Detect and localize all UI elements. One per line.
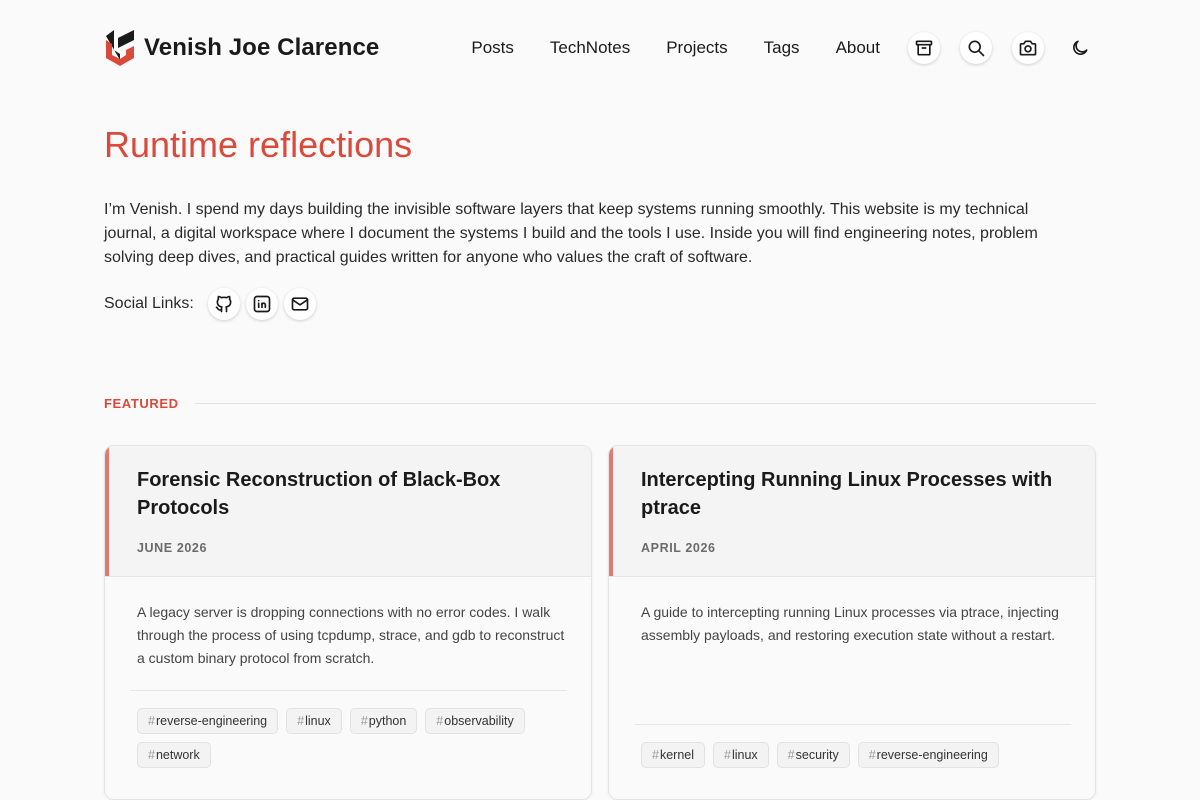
tag-chip[interactable]: # reverse-engineering — [137, 708, 279, 734]
linkedin-link[interactable] — [245, 288, 278, 320]
search-icon — [968, 40, 985, 57]
photos-button[interactable] — [1012, 32, 1044, 64]
nav-posts[interactable]: Posts — [471, 38, 514, 58]
card-divider — [635, 724, 1071, 725]
camera-icon — [1019, 40, 1037, 56]
github-link[interactable] — [207, 288, 240, 320]
card-date: JUNE 2026 — [137, 541, 208, 555]
tag-label: reverse-engineering — [876, 748, 988, 762]
archive-button[interactable] — [908, 32, 940, 64]
featured-card[interactable]: Intercepting Running Linux Processes wit… — [608, 445, 1096, 800]
linkedin-icon — [253, 295, 271, 313]
tag-label: network — [155, 748, 200, 762]
github-icon — [215, 295, 232, 313]
card-divider — [131, 690, 567, 691]
card-title[interactable]: Forensic Reconstruction of Black-Box Pro… — [137, 466, 559, 522]
featured-section-header: FEATURED — [104, 394, 1096, 412]
tag-chip[interactable]: # observability — [425, 708, 525, 734]
card-tags: # kernel # linux # security # reverse-engine… — [641, 742, 1071, 768]
moon-icon — [1073, 40, 1088, 55]
featured-label: FEATURED — [104, 395, 179, 411]
nav-projects[interactable]: Projects — [666, 38, 727, 58]
nav-technotes[interactable]: TechNotes — [550, 38, 630, 58]
site-header: Venish Joe Clarence Posts TechNotes Proj… — [104, 26, 1096, 70]
tag-chip[interactable]: # network — [137, 742, 211, 768]
tag-chip[interactable]: # kernel — [641, 742, 705, 768]
tag-label: kernel — [659, 748, 694, 762]
theme-toggle-button[interactable] — [1064, 32, 1096, 64]
nav-tags[interactable]: Tags — [764, 38, 800, 58]
social-links-label: Social Links: — [104, 295, 194, 312]
vjc-logo-icon — [106, 30, 134, 66]
brand-name: Venish Joe Clarence — [144, 34, 380, 61]
tag-label: python — [368, 714, 407, 728]
nav-about[interactable]: About — [836, 38, 880, 58]
archive-icon — [915, 40, 933, 56]
card-date: APRIL 2026 — [641, 541, 716, 555]
page-title: Runtime reflections — [104, 124, 413, 165]
card-title[interactable]: Intercepting Running Linux Processes wit… — [641, 466, 1063, 522]
card-description: A guide to intercepting running Linux pr… — [641, 604, 1059, 643]
card-header: Forensic Reconstruction of Black-Box Pro… — [105, 446, 591, 577]
tag-label: observability — [444, 714, 514, 728]
brand-home-link[interactable]: Venish Joe Clarence — [104, 28, 379, 68]
tag-label: linux — [305, 714, 331, 728]
tag-chip[interactable]: # linux — [286, 708, 342, 734]
card-header: Intercepting Running Linux Processes wit… — [609, 446, 1095, 577]
search-button[interactable] — [960, 32, 992, 64]
tag-label: linux — [731, 748, 758, 762]
card-tags: # reverse-engineering # linux # python # obs… — [137, 708, 557, 768]
card-description: A legacy server is dropping connections … — [137, 604, 565, 666]
social-links: Social Links: — [104, 288, 316, 320]
intro-paragraph: I’m Venish. I spend my days building the… — [104, 201, 1038, 266]
tag-label: security — [795, 748, 839, 762]
tag-label: reverse-engineering — [155, 714, 268, 728]
tag-chip[interactable]: # linux — [713, 742, 769, 768]
featured-card[interactable]: Forensic Reconstruction of Black-Box Pro… — [104, 445, 592, 800]
mail-icon — [291, 297, 309, 311]
tag-chip[interactable]: # python — [349, 708, 418, 734]
email-link[interactable] — [283, 288, 316, 320]
tag-chip[interactable]: # reverse-engineering — [857, 742, 999, 768]
tag-chip[interactable]: # security — [776, 742, 850, 768]
featured-divider — [194, 402, 1096, 404]
main-nav: Posts TechNotes Projects Tags About — [471, 32, 1096, 64]
